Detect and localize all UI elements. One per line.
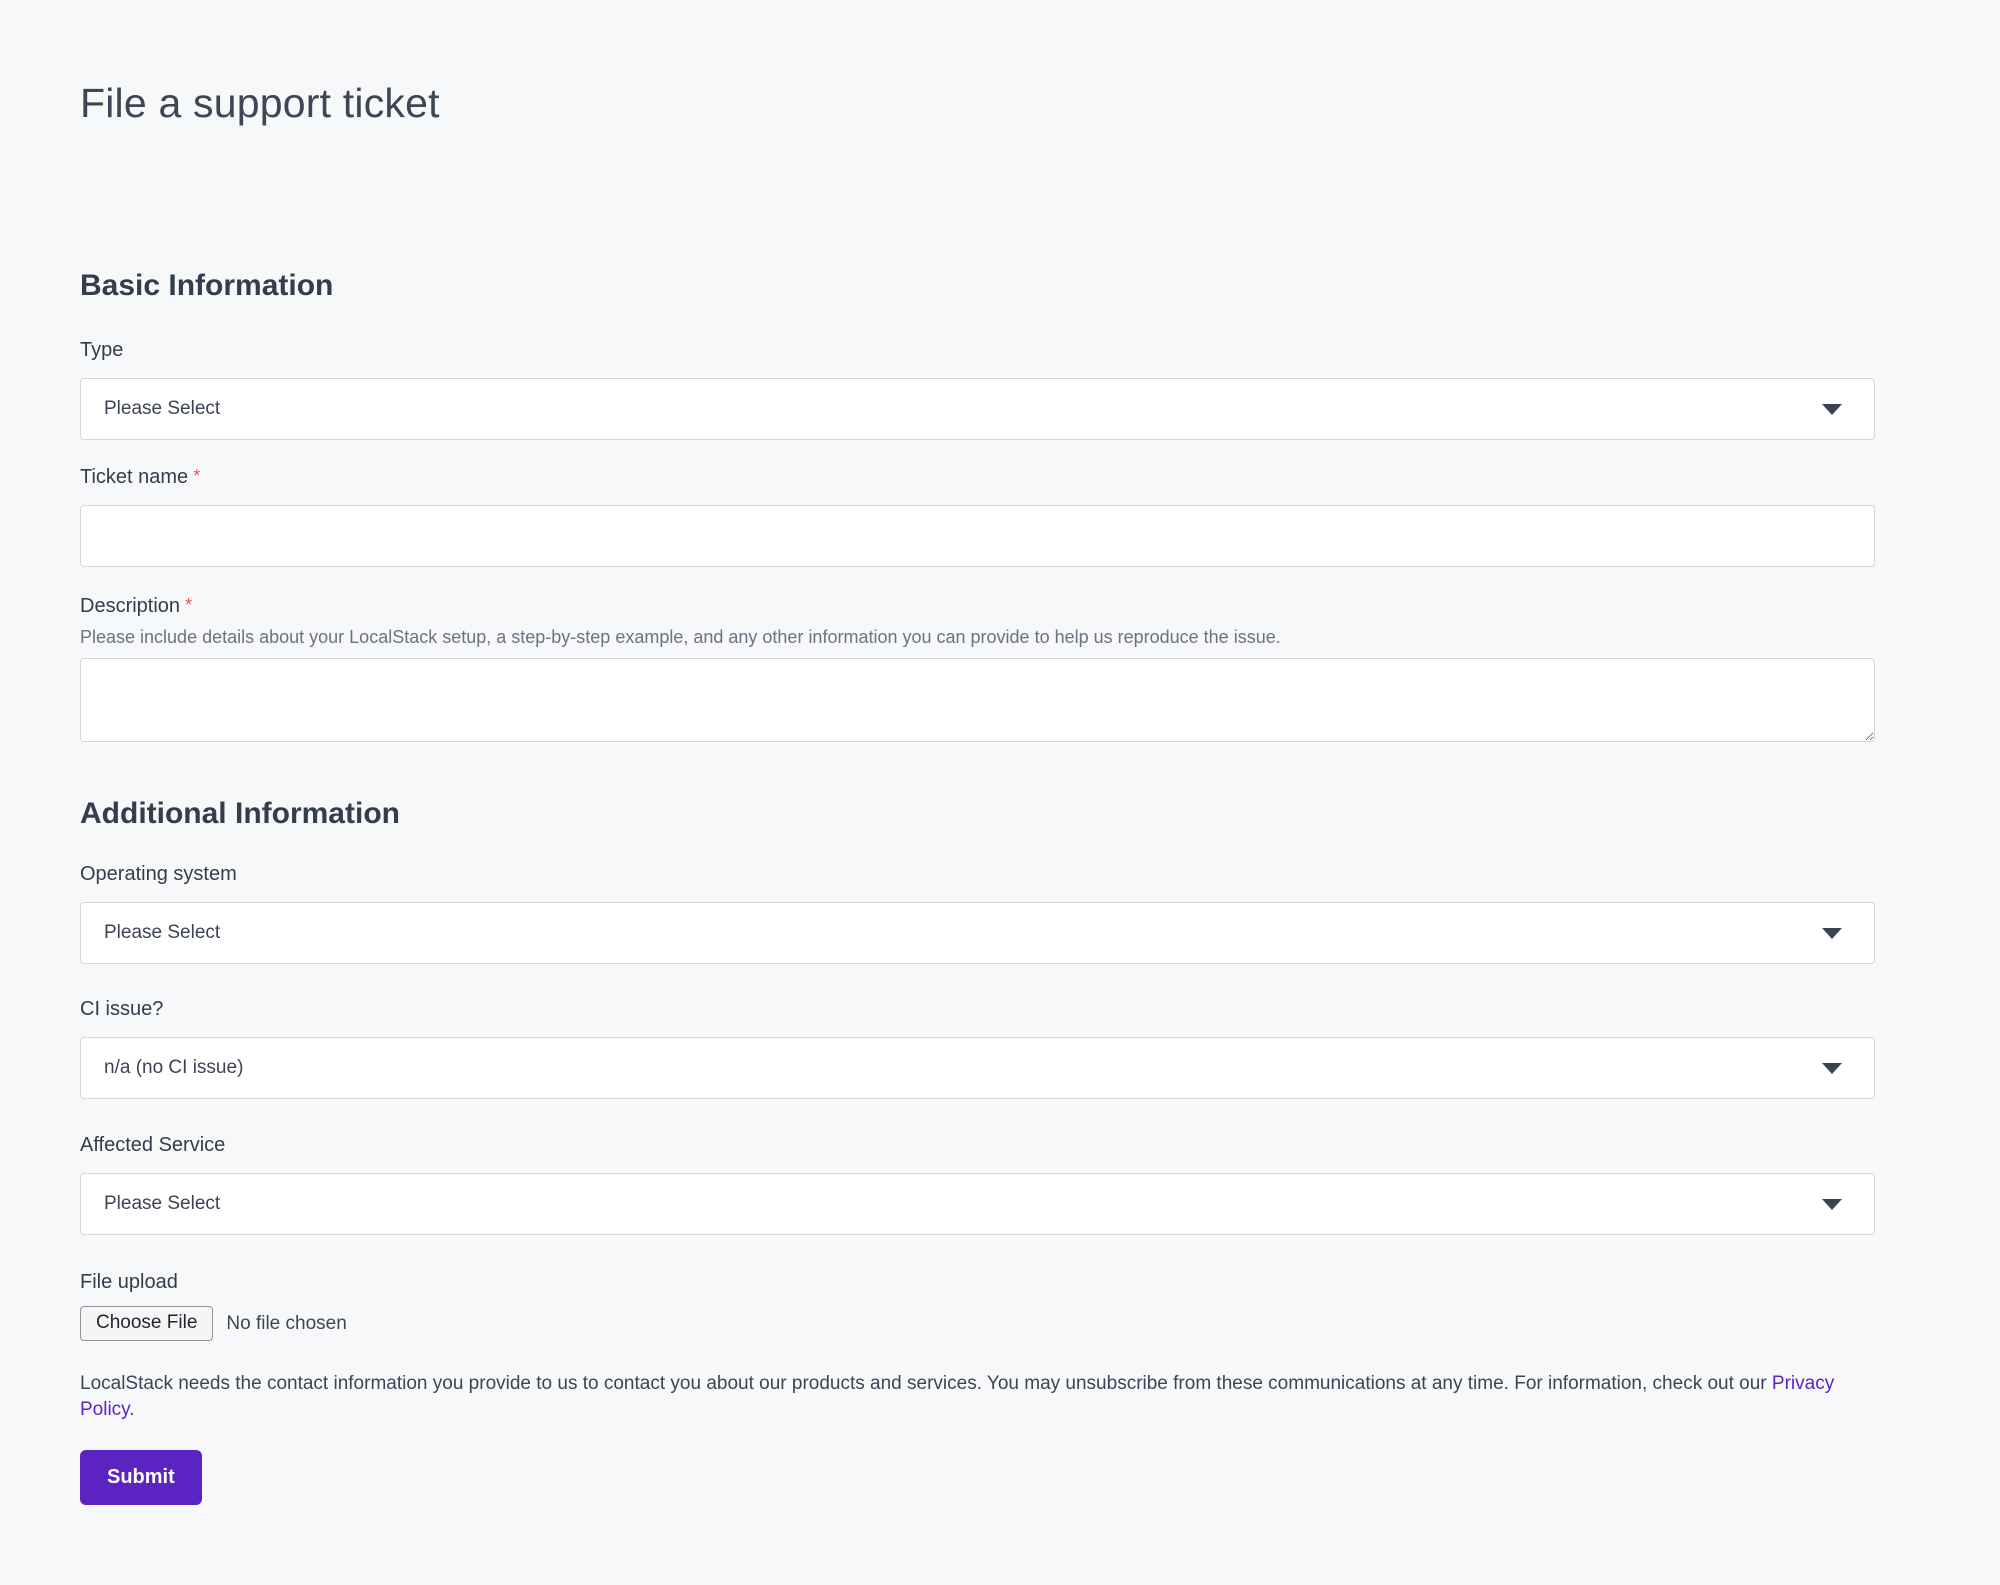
operating-system-label: Operating system — [80, 863, 1875, 886]
description-textarea[interactable] — [80, 658, 1875, 742]
file-upload-status: No file chosen — [226, 1313, 346, 1335]
type-label: Type — [80, 339, 1875, 362]
privacy-notice-text: LocalStack needs the contact information… — [80, 1373, 1772, 1394]
description-label: Description* — [80, 595, 1875, 618]
chevron-down-icon — [1822, 928, 1842, 939]
file-upload-control: Choose File No file chosen — [80, 1306, 1875, 1341]
description-label-text: Description — [80, 595, 180, 617]
type-select[interactable]: Please Select — [80, 378, 1875, 440]
ci-issue-select[interactable]: n/a (no CI issue) — [80, 1037, 1875, 1099]
type-select-value: Please Select — [104, 398, 220, 420]
choose-file-button[interactable]: Choose File — [80, 1306, 213, 1341]
ci-issue-select-value: n/a (no CI issue) — [104, 1057, 243, 1079]
affected-service-label: Affected Service — [80, 1134, 1875, 1157]
section-heading-additional-information: Additional Information — [80, 797, 1875, 831]
chevron-down-icon — [1822, 1063, 1842, 1074]
section-heading-basic-information: Basic Information — [80, 269, 1875, 303]
required-asterisk: * — [193, 466, 200, 486]
ci-issue-label: CI issue? — [80, 998, 1875, 1021]
privacy-notice: LocalStack needs the contact information… — [80, 1371, 1875, 1422]
chevron-down-icon — [1822, 404, 1842, 415]
affected-service-label-text: Affected Service — [80, 1134, 225, 1156]
support-ticket-form: File a support ticket Basic Information … — [0, 80, 2000, 1505]
submit-button[interactable]: Submit — [80, 1450, 202, 1505]
affected-service-select[interactable]: Please Select — [80, 1173, 1875, 1235]
file-upload-label: File upload — [80, 1271, 1875, 1294]
description-helper-text: Please include details about your LocalS… — [80, 627, 1875, 648]
chevron-down-icon — [1822, 1199, 1842, 1210]
ticket-name-label-text: Ticket name — [80, 466, 188, 488]
ticket-name-input[interactable] — [80, 505, 1875, 567]
affected-service-select-value: Please Select — [104, 1193, 220, 1215]
operating-system-select-value: Please Select — [104, 922, 220, 944]
operating-system-label-text: Operating system — [80, 863, 237, 885]
operating-system-select[interactable]: Please Select — [80, 902, 1875, 964]
required-asterisk: * — [185, 595, 192, 615]
file-upload-label-text: File upload — [80, 1271, 178, 1293]
ci-issue-label-text: CI issue? — [80, 998, 163, 1020]
type-label-text: Type — [80, 339, 123, 361]
page-title: File a support ticket — [80, 80, 1875, 127]
privacy-notice-text-end: . — [129, 1399, 134, 1420]
ticket-name-label: Ticket name* — [80, 466, 1875, 489]
